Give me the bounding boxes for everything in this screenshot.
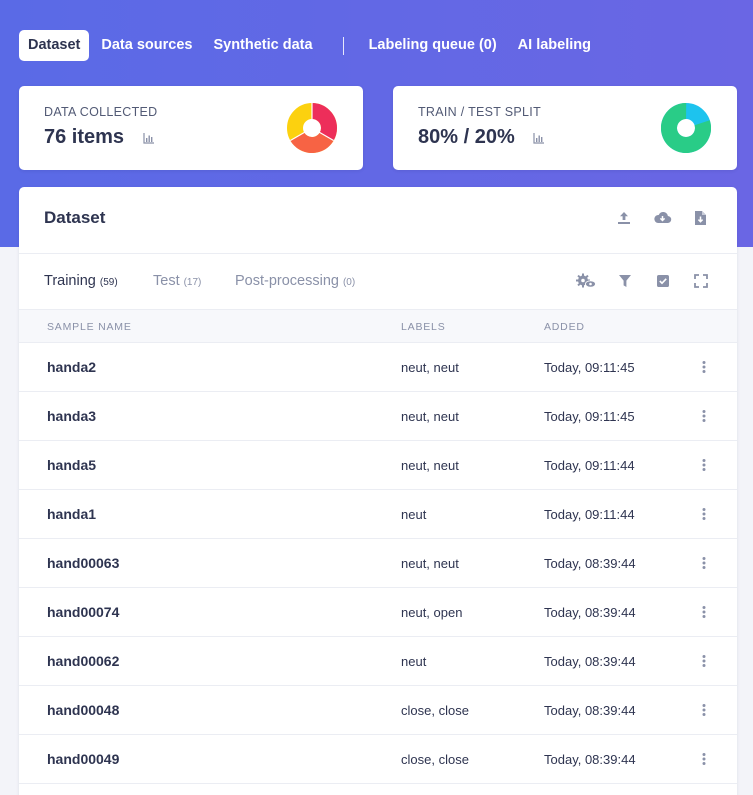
- panel-divider: [19, 253, 737, 254]
- sample-labels: neut, neut: [401, 556, 459, 571]
- table-row[interactable]: handa1 neut Today, 09:11:44: [19, 490, 737, 539]
- column-header-added[interactable]: ADDED: [544, 321, 585, 333]
- tab-training-count: (59): [99, 277, 118, 288]
- sample-added: Today, 09:11:45: [544, 360, 635, 375]
- sample-added: Today, 08:39:44: [544, 654, 636, 669]
- checkbox-icon[interactable]: [655, 273, 671, 289]
- table-row[interactable]: hand00049 close, close Today, 08:39:44: [19, 735, 737, 784]
- fullscreen-icon[interactable]: [693, 273, 709, 289]
- train-test-split-card: TRAIN / TEST SPLIT 80% / 20%: [393, 86, 737, 170]
- more-options-icon[interactable]: [701, 409, 707, 423]
- dataset-panel: Dataset Training (59) Test (17) Post-proce…: [19, 187, 737, 795]
- sample-added: Today, 08:39:44: [544, 605, 636, 620]
- more-options-icon[interactable]: [701, 752, 707, 766]
- cloud-download-icon[interactable]: [653, 210, 672, 226]
- data-collected-value: 76 items: [44, 126, 125, 148]
- tab-post-processing-count: (0): [342, 277, 356, 288]
- sample-name[interactable]: hand00074: [47, 604, 119, 620]
- sample-labels: neut: [401, 507, 427, 522]
- upload-icon[interactable]: [616, 210, 632, 226]
- tab-post-processing[interactable]: Post-processing (0): [235, 273, 355, 289]
- more-options-icon[interactable]: [701, 703, 707, 717]
- sample-name[interactable]: hand00048: [47, 702, 119, 718]
- more-options-icon[interactable]: [701, 507, 707, 521]
- table-row[interactable]: hand00074 neut, open Today, 08:39:44: [19, 588, 737, 637]
- sample-added: Today, 08:39:44: [544, 752, 636, 767]
- sample-labels: neut, open: [401, 605, 463, 620]
- panel-title: Dataset: [44, 208, 106, 227]
- filter-icon[interactable]: [617, 273, 633, 289]
- sample-name[interactable]: handa2: [47, 359, 96, 375]
- sample-added: Today, 09:11:44: [544, 507, 635, 522]
- tab-training[interactable]: Training (59): [44, 273, 118, 289]
- tab-training-label: Training: [44, 273, 96, 289]
- nav-tab-labeling-queue[interactable]: Labeling queue (0): [360, 30, 506, 61]
- bar-chart-icon[interactable]: [143, 132, 155, 144]
- nav-tab-data-sources[interactable]: Data sources: [92, 30, 201, 61]
- more-options-icon[interactable]: [701, 654, 707, 668]
- more-options-icon[interactable]: [701, 556, 707, 570]
- sample-labels: close, close: [401, 703, 469, 718]
- train-test-split-value: 80% / 20%: [418, 126, 515, 148]
- more-options-icon[interactable]: [701, 360, 707, 374]
- tab-post-processing-label: Post-processing: [235, 273, 339, 289]
- gear-eye-icon[interactable]: [575, 273, 597, 289]
- tab-test-count: (17): [183, 277, 202, 288]
- train-test-donut: [661, 103, 711, 153]
- table-row[interactable]: handa5 neut, neut Today, 09:11:44: [19, 441, 737, 490]
- nav-tab-dataset[interactable]: Dataset: [19, 30, 90, 61]
- sample-labels: neut, neut: [401, 409, 459, 424]
- column-header-sample-name[interactable]: SAMPLE NAME: [47, 321, 132, 333]
- data-collected-label: DATA COLLECTED: [44, 105, 158, 119]
- tab-test-label: Test: [153, 273, 180, 289]
- more-options-icon[interactable]: [701, 458, 707, 472]
- sample-added: Today, 08:39:44: [544, 556, 636, 571]
- sample-added: Today, 09:11:44: [544, 458, 635, 473]
- sample-labels: close, close: [401, 752, 469, 767]
- sample-name[interactable]: hand00049: [47, 751, 119, 767]
- sample-labels: neut, neut: [401, 458, 459, 473]
- nav-tab-synthetic-data[interactable]: Synthetic data: [204, 30, 321, 61]
- data-collected-card: DATA COLLECTED 76 items: [19, 86, 363, 170]
- sample-name[interactable]: handa5: [47, 457, 96, 473]
- train-test-split-label: TRAIN / TEST SPLIT: [418, 105, 542, 119]
- file-export-icon[interactable]: [694, 210, 707, 226]
- bar-chart-icon[interactable]: [533, 132, 545, 144]
- sample-name[interactable]: handa3: [47, 408, 96, 424]
- table-row[interactable]: hand00048 close, close Today, 08:39:44: [19, 686, 737, 735]
- tab-test[interactable]: Test (17): [153, 273, 201, 289]
- sample-name[interactable]: hand00062: [47, 653, 119, 669]
- nav-divider: [342, 36, 344, 55]
- table-header: SAMPLE NAME LABELS ADDED: [19, 309, 737, 343]
- sample-labels: neut: [401, 654, 427, 669]
- sample-labels: neut, neut: [401, 360, 459, 375]
- sample-name[interactable]: handa1: [47, 506, 96, 522]
- more-options-icon[interactable]: [701, 605, 707, 619]
- table-row[interactable]: hand00063 neut, neut Today, 08:39:44: [19, 539, 737, 588]
- data-collected-donut: [287, 103, 337, 153]
- sample-added: Today, 08:39:44: [544, 703, 636, 718]
- table-row[interactable]: hand00062 neut Today, 08:39:44: [19, 637, 737, 686]
- nav-tab-ai-labeling[interactable]: AI labeling: [509, 30, 600, 61]
- column-header-labels[interactable]: LABELS: [401, 321, 446, 333]
- top-navigation: Dataset Data sources Synthetic data Labe…: [19, 30, 603, 61]
- table-row[interactable]: handa3 neut, neut Today, 09:11:45: [19, 392, 737, 441]
- table-row[interactable]: handa2 neut, neut Today, 09:11:45: [19, 343, 737, 392]
- sample-added: Today, 09:11:45: [544, 409, 635, 424]
- sample-name[interactable]: hand00063: [47, 555, 119, 571]
